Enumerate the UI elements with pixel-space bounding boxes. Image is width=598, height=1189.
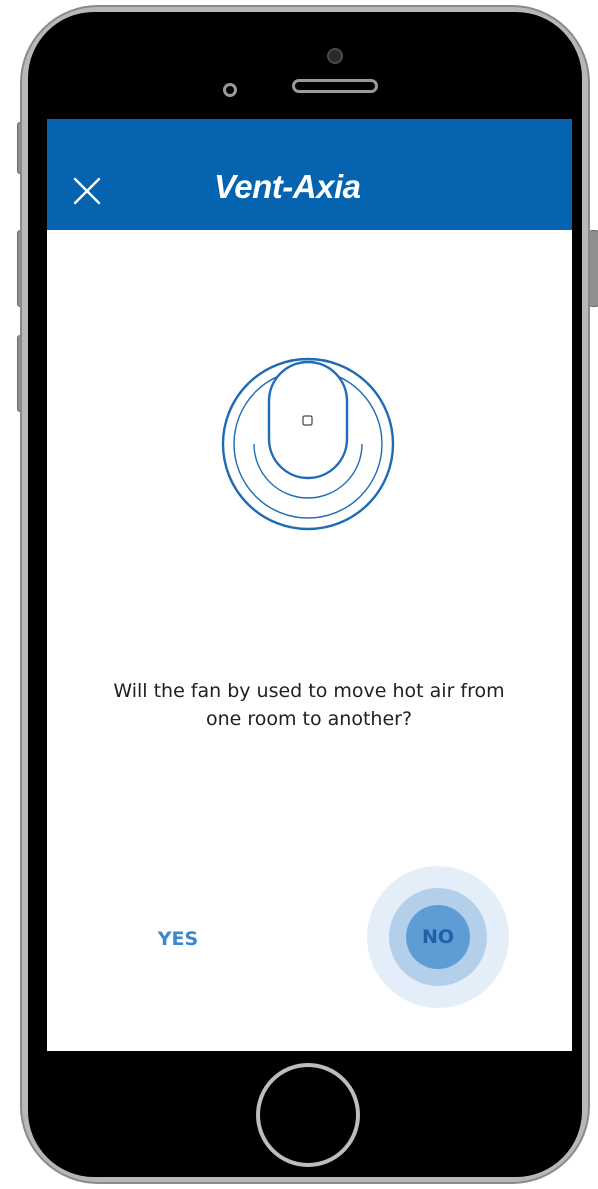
power-button <box>589 230 598 307</box>
earpiece-speaker <box>292 79 378 93</box>
brand-logo: Vent-Axia <box>214 168 361 205</box>
question-text: Will the fan by used to move hot air fro… <box>113 680 505 730</box>
yes-button[interactable]: YES <box>143 919 213 959</box>
fan-unit-icon <box>221 357 395 531</box>
app-header: Vent-Axia <box>47 119 572 230</box>
device-frame: Vent-Axia Will the fan by used to move h… <box>0 0 598 1189</box>
home-button[interactable] <box>256 1063 360 1167</box>
app-screen: Vent-Axia Will the fan by used to move h… <box>47 119 572 1051</box>
proximity-sensor <box>223 83 237 97</box>
close-icon <box>73 177 101 205</box>
close-button[interactable] <box>65 169 109 213</box>
front-camera <box>327 48 343 64</box>
no-button[interactable]: NO <box>406 905 470 969</box>
